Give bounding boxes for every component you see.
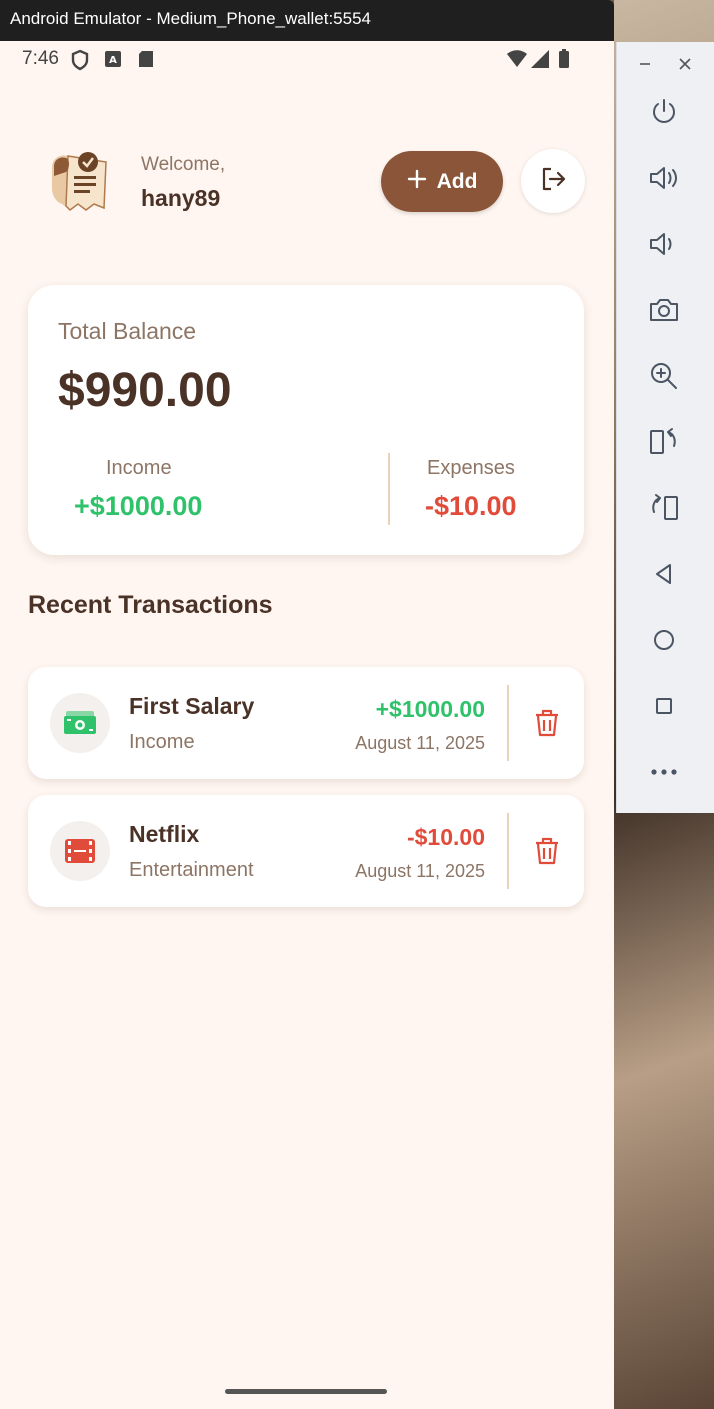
expenses-label: Expenses — [427, 457, 515, 479]
income-label: Income — [106, 457, 172, 479]
more-icon[interactable] — [644, 752, 684, 792]
receipt-logo-icon — [46, 146, 118, 218]
expenses-amount: -$10.00 — [425, 491, 517, 521]
power-icon[interactable] — [644, 92, 684, 132]
plus-icon — [407, 169, 427, 195]
username: hany89 — [141, 185, 221, 211]
back-icon[interactable] — [644, 554, 684, 594]
add-label: Add — [436, 169, 478, 193]
trash-icon[interactable] — [533, 836, 561, 866]
transaction-name: Netflix — [129, 821, 200, 847]
transaction-date: August 11, 2025 — [355, 733, 485, 753]
sd-card-icon — [137, 49, 155, 75]
emulator-toolbar — [616, 42, 714, 813]
income-amount: +$1000.00 — [74, 491, 203, 521]
transaction-divider — [507, 685, 509, 761]
transaction-amount: -$10.00 — [406, 824, 485, 850]
total-balance-label: Total Balance — [58, 318, 197, 344]
transaction-row[interactable]: First Salary Income +$1000.00 August 11,… — [28, 667, 584, 779]
transaction-category: Entertainment — [129, 859, 254, 881]
wifi-icon — [506, 49, 528, 75]
shield-icon — [70, 49, 90, 77]
signal-icon — [530, 49, 550, 75]
minimize-icon[interactable] — [625, 44, 665, 84]
transaction-date: August 11, 2025 — [355, 861, 485, 881]
keyboard-icon: A — [104, 49, 122, 75]
recent-transactions-title: Recent Transactions — [28, 591, 273, 619]
transaction-name: First Salary — [129, 693, 255, 719]
battery-icon — [558, 49, 570, 75]
transaction-row[interactable]: Netflix Entertainment -$10.00 August 11,… — [28, 795, 584, 907]
volume-up-icon[interactable] — [644, 158, 684, 198]
add-button[interactable]: Add — [381, 151, 503, 212]
close-icon[interactable] — [665, 44, 705, 84]
transaction-amount: +$1000.00 — [375, 696, 485, 722]
balance-card: Total Balance $990.00 Income +$1000.00 E… — [28, 285, 584, 555]
status-bar: 7:46 A — [0, 41, 614, 79]
zoom-icon[interactable] — [644, 356, 684, 396]
money-icon — [50, 693, 110, 753]
status-time: 7:46 — [22, 48, 59, 69]
home-icon[interactable] — [644, 620, 684, 660]
welcome-label: Welcome, — [141, 154, 226, 175]
volume-down-icon[interactable] — [644, 224, 684, 264]
svg-text:A: A — [109, 55, 117, 66]
gesture-home-bar[interactable] — [225, 1389, 387, 1394]
rotate-left-icon[interactable] — [644, 422, 684, 462]
transaction-divider — [507, 813, 509, 889]
overview-icon[interactable] — [644, 686, 684, 726]
logout-button[interactable] — [521, 149, 585, 213]
camera-icon[interactable] — [644, 290, 684, 330]
film-icon — [50, 821, 110, 881]
header: Welcome, hany89 Add — [0, 141, 614, 221]
balance-divider — [388, 453, 390, 525]
total-balance-amount: $990.00 — [58, 364, 232, 417]
rotate-right-icon[interactable] — [644, 488, 684, 528]
logout-icon — [539, 165, 567, 198]
phone-screen: 7:46 A Welcome, hany89 Add Total Balance… — [0, 41, 614, 1409]
window-title: Android Emulator - Medium_Phone_wallet:5… — [10, 9, 371, 28]
emulator-title-bar: Android Emulator - Medium_Phone_wallet:5… — [0, 0, 614, 41]
trash-icon[interactable] — [533, 708, 561, 738]
transaction-category: Income — [129, 731, 195, 753]
